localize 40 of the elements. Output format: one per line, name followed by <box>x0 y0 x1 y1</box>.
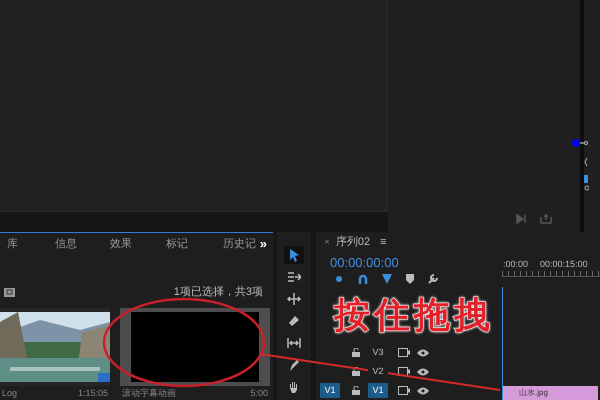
panel-menu-button[interactable]: ≡ <box>380 234 387 251</box>
eye-icon[interactable] <box>417 348 429 356</box>
clip-thumbnail[interactable] <box>120 308 270 386</box>
panel-tab[interactable]: 标记 <box>166 236 223 252</box>
selection-count: 1项已选择，共3项 <box>174 285 263 300</box>
film-icon[interactable] <box>398 348 410 357</box>
wrench-icon[interactable] <box>428 274 438 284</box>
magnet-icon[interactable] <box>358 274 368 284</box>
lock-icon[interactable] <box>352 386 360 395</box>
close-button[interactable]: × <box>324 235 330 250</box>
bracket-icon <box>584 157 588 167</box>
track-target-button[interactable]: V1 <box>368 383 388 398</box>
clip-duration: 5:00 <box>250 386 268 400</box>
keyframe-handle-drawing[interactable] <box>572 137 588 149</box>
marker-icon[interactable] <box>406 274 414 284</box>
folder-icon[interactable] <box>4 288 15 298</box>
source-patch-button[interactable]: V1 <box>320 383 340 398</box>
overflow-button[interactable]: » <box>260 234 267 254</box>
lock-icon[interactable] <box>352 367 360 376</box>
panel-tab[interactable]: 库 <box>7 236 55 252</box>
ruler-label: :00:00 <box>503 258 528 271</box>
clip-duration: 1:15:05 <box>78 386 108 400</box>
timecode[interactable]: 00:00:00:00 <box>330 253 502 272</box>
clip-name: Log <box>2 386 18 400</box>
clip-name: 滚动字幕动画 <box>122 386 176 400</box>
film-icon[interactable] <box>398 386 410 395</box>
panel-tab[interactable]: 信息 <box>55 236 110 252</box>
annotation-text: 按住拖拽 <box>334 293 494 337</box>
panel-tab[interactable]: 效果 <box>110 236 166 252</box>
ruler-label: 00:00:15:00 <box>540 258 588 271</box>
film-icon[interactable] <box>398 367 410 376</box>
lock-icon[interactable] <box>352 348 360 357</box>
marker-icon <box>584 175 589 191</box>
eye-icon[interactable] <box>417 368 429 376</box>
panel-tab[interactable]: 历史记 <box>223 236 259 252</box>
eye-icon[interactable] <box>417 386 429 394</box>
sequence-tab[interactable]: 序列02 <box>336 234 370 251</box>
select-tool-icon[interactable] <box>284 246 304 264</box>
timeline-clip[interactable]: 山水.jpg <box>503 386 598 400</box>
ripple-tool-icon[interactable] <box>284 290 304 308</box>
